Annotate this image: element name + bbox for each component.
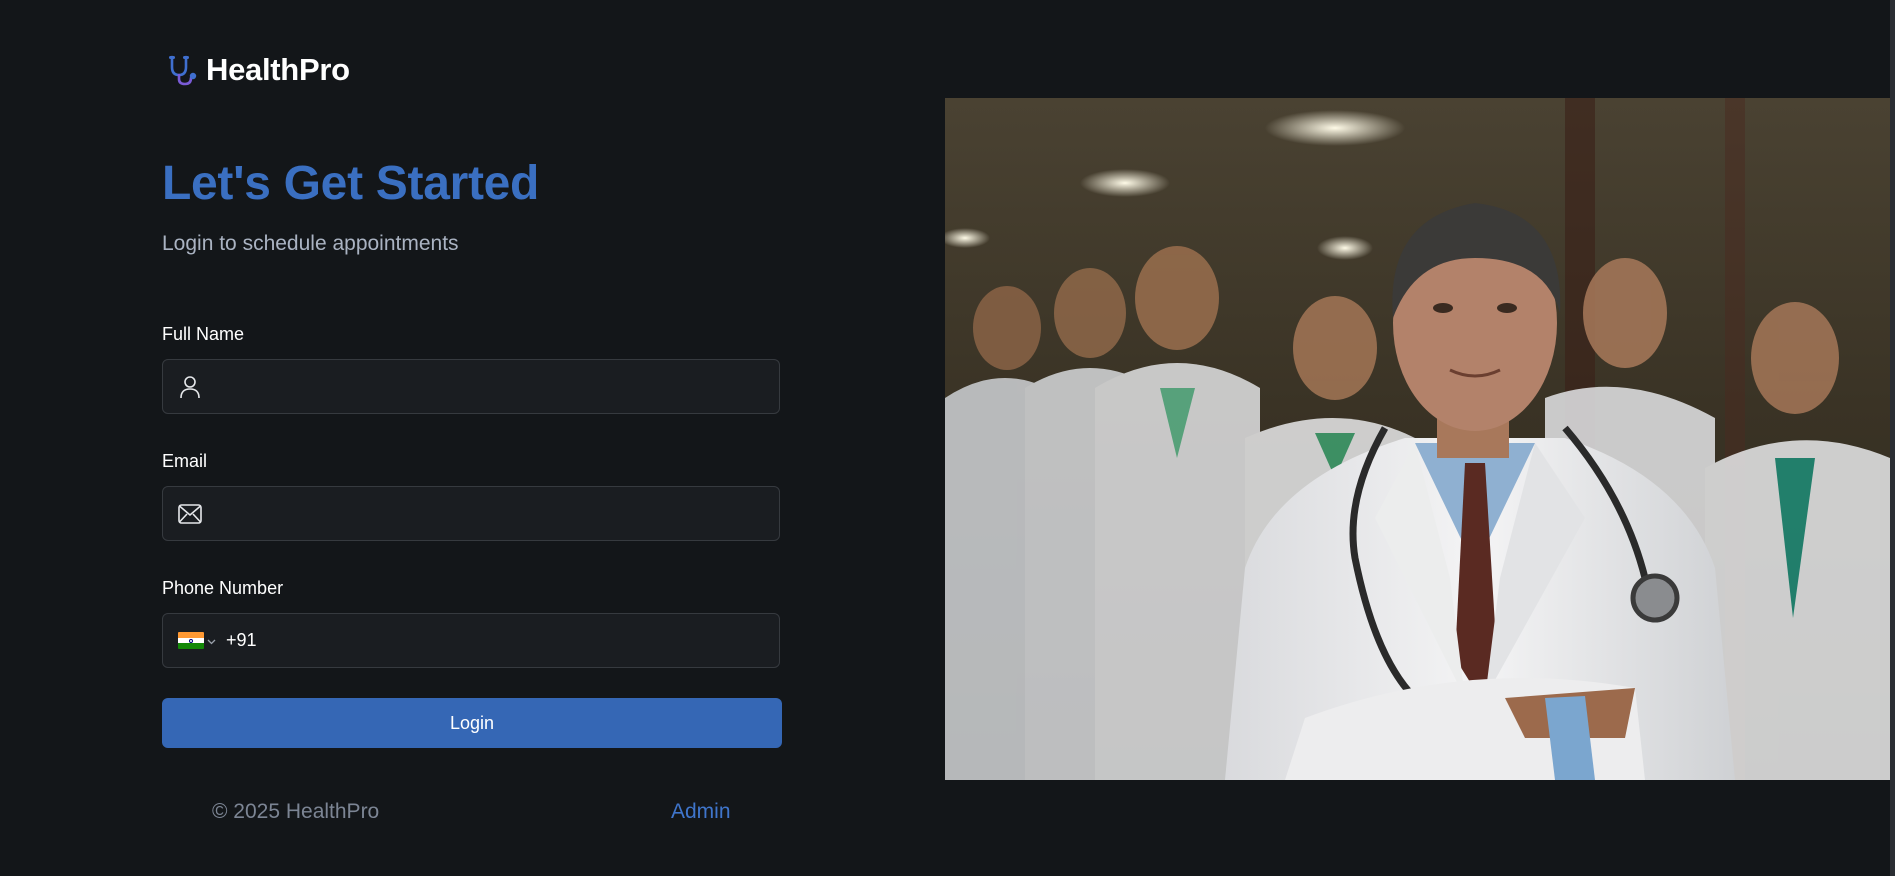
full-name-field[interactable] [162, 359, 780, 414]
copyright-text: © 2025 HealthPro [212, 800, 380, 823]
email-field[interactable] [162, 486, 780, 541]
user-icon [177, 374, 203, 400]
login-button[interactable]: Login [162, 698, 782, 748]
full-name-input[interactable] [203, 359, 779, 414]
login-page: HealthPro Let's Get Started Login to sch… [0, 0, 1895, 876]
page-title: Let's Get Started [162, 157, 540, 210]
admin-link[interactable]: Admin [671, 800, 731, 824]
doctors-photo [945, 98, 1890, 780]
india-flag-icon [178, 632, 204, 649]
brand-name: HealthPro [206, 52, 350, 87]
phone-country-code: +91 [226, 630, 257, 650]
phone-label: Phone Number [162, 578, 284, 598]
phone-field[interactable]: +91 [162, 613, 780, 668]
login-panel: HealthPro Let's Get Started Login to sch… [162, 0, 782, 876]
full-name-label: Full Name [162, 324, 245, 344]
email-input[interactable] [203, 486, 779, 541]
page-subtitle: Login to schedule appointments [162, 232, 459, 255]
mail-icon [177, 501, 203, 527]
scrollbar[interactable] [1890, 0, 1895, 876]
phone-input[interactable] [256, 613, 779, 668]
email-label: Email [162, 451, 208, 471]
country-selector[interactable] [178, 632, 216, 650]
stethoscope-icon [166, 53, 200, 87]
brand-logo[interactable]: HealthPro [166, 52, 350, 88]
chevron-down-icon [207, 632, 216, 650]
